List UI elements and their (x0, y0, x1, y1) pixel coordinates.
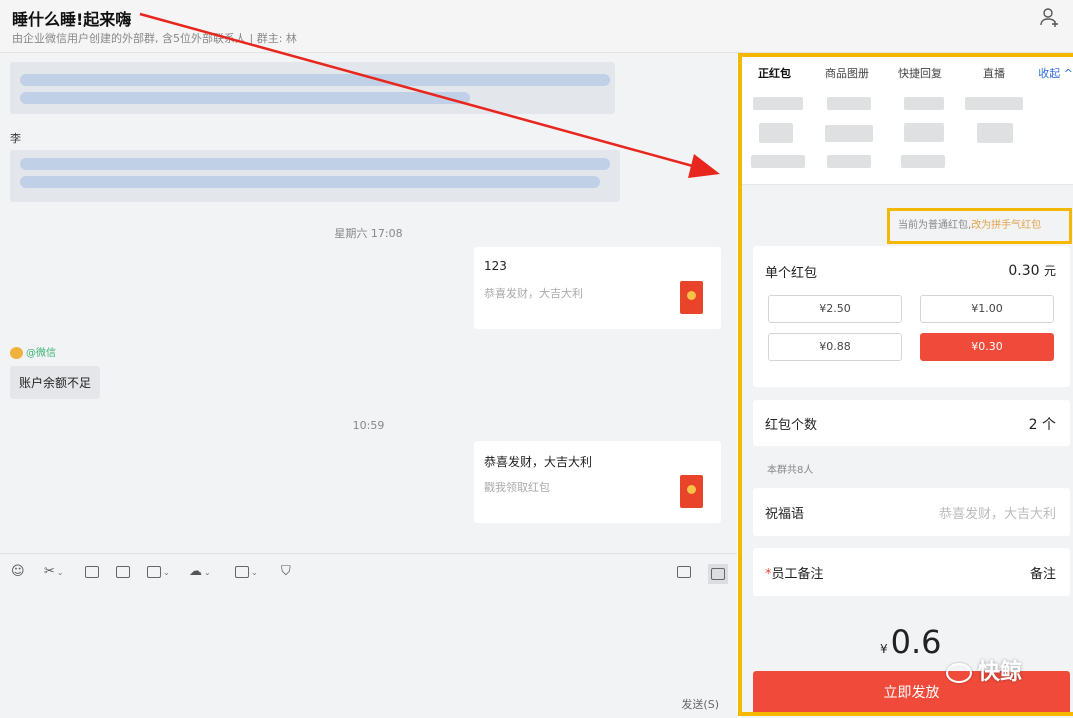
packet-count-value[interactable]: 2 个 (1029, 414, 1056, 434)
single-amount-card: 单个红包 0.30 元 ¥2.50 ¥1.00 ¥0.88 ¥0.30 (753, 246, 1070, 387)
group-title: 睡什么睡!起来嗨 (12, 10, 132, 29)
blurred-item (827, 155, 871, 168)
red-packet-title: 123 (484, 259, 507, 273)
red-packet-tool-icon[interactable]: ⛉ (281, 564, 291, 580)
emoji-icon (10, 347, 23, 359)
amount-option[interactable]: ¥1.00 (920, 295, 1054, 323)
sidebar-toggle-icon[interactable] (708, 564, 728, 584)
chat-area[interactable]: 李 星期六 17:08 123 恭喜发财，大吉大利 @微信 账户余额不足 10:… (0, 53, 737, 553)
wechat-logo-icon (946, 663, 972, 683)
blurred-item (751, 155, 805, 168)
red-packet-wish: 恭喜发财，大吉大利 (484, 287, 583, 300)
wechat-label: @微信 (26, 348, 56, 359)
chat-header: 睡什么睡!起来嗨 由企业微信用户创建的外部群, 含5位外部联系人 | 群主: 林 (0, 0, 1073, 53)
blessing-input[interactable]: 恭喜发财，大吉大利 (939, 503, 1056, 522)
switch-lucky-link[interactable]: 改为拼手气红包 (971, 220, 1041, 231)
single-amount-value[interactable]: 0.30 元 (1008, 262, 1056, 279)
blurred-item (825, 125, 873, 142)
blessing-label: 祝福语 (765, 507, 805, 522)
document-icon[interactable] (116, 564, 130, 580)
single-amount-label: 单个红包 (765, 266, 818, 281)
red-packet-message[interactable]: 恭喜发财，大吉大利 戳我领取红包 (474, 441, 721, 523)
total-amount: ¥0.6 (880, 623, 942, 661)
packet-type-notice: 当前为普通红包,改为拼手气红包 (887, 208, 1072, 244)
red-packet-title: 恭喜发财，大吉大利 (484, 455, 593, 469)
panel-tabbar: 正红包 商品图册 快捷回复 直播 收起 ^ (741, 55, 1073, 185)
packet-count-card: 红包个数 2 个 (753, 400, 1070, 446)
amount-option-selected[interactable]: ¥0.30 (920, 333, 1054, 361)
cloud-icon[interactable]: ☁ ⌄ (189, 564, 211, 581)
sender-name: 李 (10, 132, 21, 145)
tab-quick-reply[interactable]: 快捷回复 (898, 65, 942, 81)
group-member-count: 本群共8人 (767, 465, 814, 476)
blurred-message (10, 150, 620, 202)
timestamp: 10:59 (352, 419, 385, 432)
blurred-item (977, 123, 1013, 143)
blurred-item (965, 97, 1023, 110)
text-message: 账户余额不足 (10, 366, 101, 399)
add-member-icon[interactable] (1039, 6, 1061, 28)
blurred-item (901, 155, 945, 168)
live-icon[interactable]: ⌄ (235, 564, 258, 581)
timestamp: 星期六 17:08 (334, 227, 403, 240)
group-subtitle: 由企业微信用户创建的外部群, 含5位外部联系人 | 群主: 林 (12, 32, 297, 45)
blurred-message (10, 62, 615, 114)
amount-option[interactable]: ¥2.50 (768, 295, 902, 323)
input-toolbar[interactable]: ☺ ✂ ⌄ ⌄ ☁ ⌄ ⌄ ⛉ 发送(S) (0, 553, 737, 718)
side-panel: 正红包 商品图册 快捷回复 直播 收起 ^ 当前为普通红包,改为拼手气红包 单个… (741, 55, 1073, 718)
blurred-item (904, 97, 944, 110)
red-packet-icon (680, 281, 703, 314)
blurred-item (904, 123, 944, 142)
blurred-item (759, 123, 793, 143)
staff-note-input[interactable]: 备注 (1030, 563, 1056, 582)
red-packet-icon (680, 475, 703, 508)
tab-product-album[interactable]: 商品图册 (825, 65, 869, 81)
tab-live[interactable]: 直播 (983, 65, 1005, 81)
blessing-card: 祝福语 恭喜发财，大吉大利 (753, 488, 1070, 536)
tab-red-packet[interactable]: 正红包 (758, 65, 791, 81)
red-packet-wish: 戳我领取红包 (484, 481, 550, 494)
amount-option[interactable]: ¥0.88 (768, 333, 902, 361)
folder-icon[interactable]: ⌄ (147, 564, 170, 581)
emoji-icon[interactable]: ☺ (11, 564, 25, 580)
staff-note-label: *员工备注 (765, 567, 824, 582)
collapse-button[interactable]: 收起 ^ (1038, 65, 1073, 81)
staff-note-card: *员工备注 备注 (753, 548, 1070, 596)
notice-text: 当前为普通红包, (898, 220, 972, 231)
message-icon[interactable] (677, 564, 691, 580)
send-now-button[interactable]: 立即发放 (753, 671, 1070, 715)
blurred-item (753, 97, 803, 110)
packet-count-label: 红包个数 (765, 418, 818, 433)
send-button[interactable]: 发送(S) (681, 696, 719, 712)
image-icon[interactable] (85, 564, 99, 580)
blurred-item (827, 97, 871, 110)
watermark: 快鲸 (946, 654, 1022, 686)
scissors-icon[interactable]: ✂ ⌄ (44, 564, 64, 581)
red-packet-message[interactable]: 123 恭喜发财，大吉大利 (474, 247, 721, 329)
wechat-sender: @微信 (10, 344, 56, 359)
